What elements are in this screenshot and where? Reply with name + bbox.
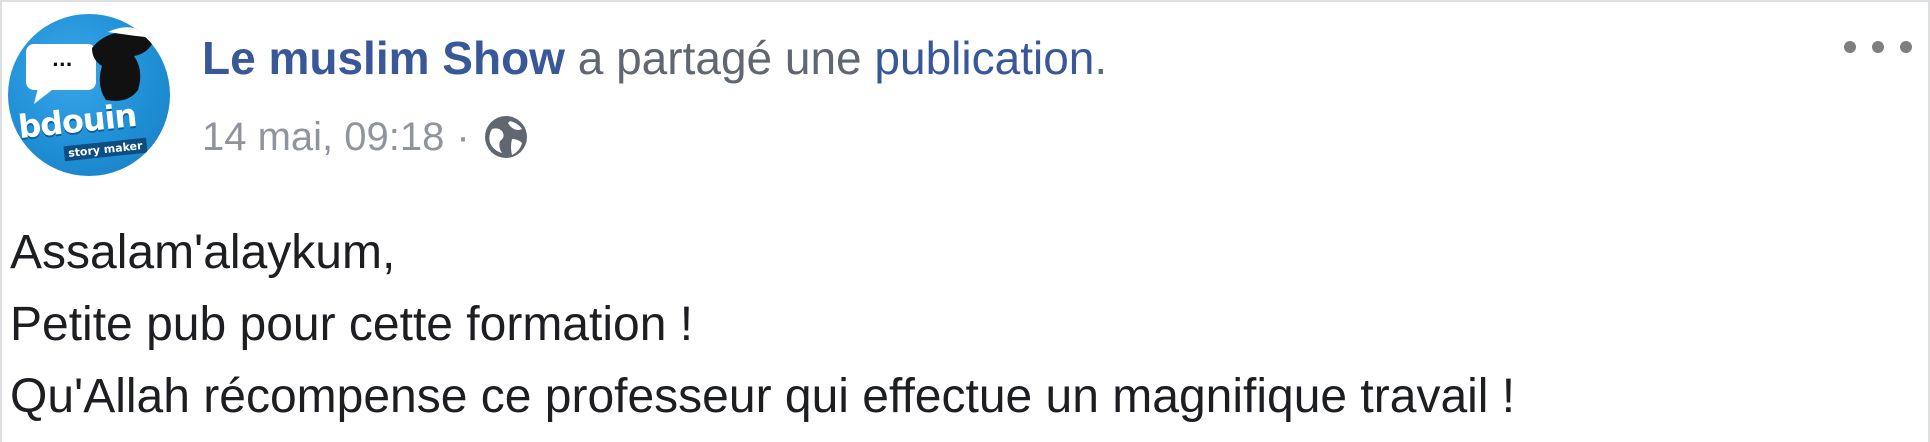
post-meta: 14 mai, 09:18 · (202, 110, 530, 164)
post-timestamp[interactable]: 14 mai, 09:18 (202, 110, 444, 164)
author-avatar[interactable]: ... bdouin story maker (8, 14, 170, 176)
post-body-line: Qu'Allah récompense ce professeur qui ef… (10, 370, 1516, 423)
post-header: Le muslim Show a partagé une publication… (202, 28, 1107, 88)
post-body: Assalam'alaykum, Petite pub pour cette f… (10, 217, 1515, 433)
globe-icon[interactable] (482, 113, 530, 161)
meta-separator: · (456, 115, 470, 159)
more-dot (1844, 41, 1856, 53)
header-period: . (1094, 32, 1108, 84)
more-options-icon[interactable] (1838, 32, 1918, 62)
avatar-bubble-text: ... (52, 50, 73, 71)
post-body-line: Assalam'alaykum, (10, 226, 396, 279)
facebook-post: ... bdouin story maker Le muslim Show a … (0, 0, 1930, 442)
publication-link[interactable]: publication (874, 32, 1094, 84)
more-dot (1900, 41, 1912, 53)
action-text: a partagé une (564, 32, 875, 84)
more-dot (1872, 41, 1884, 53)
post-body-line: Petite pub pour cette formation ! (10, 298, 694, 351)
author-name-link[interactable]: Le muslim Show (202, 32, 565, 84)
